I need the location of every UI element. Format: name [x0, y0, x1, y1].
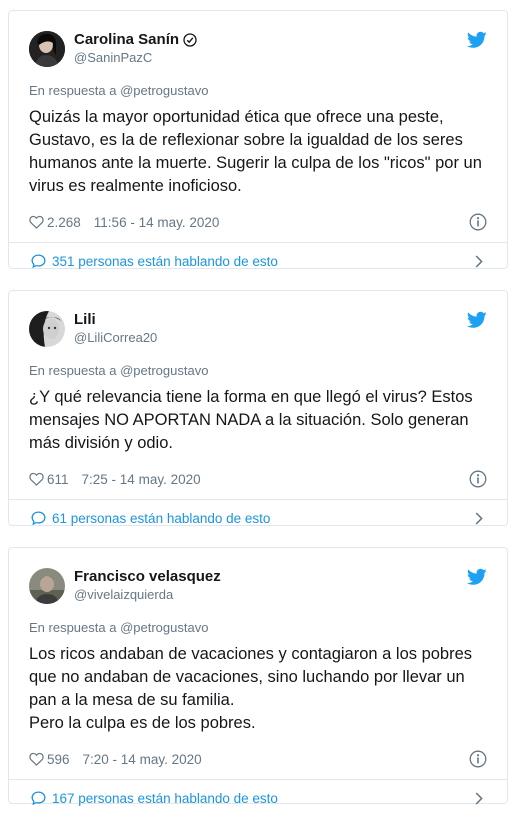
tweet-header: Lili @LiliCorrea20 [29, 311, 487, 347]
speech-bubble-icon [31, 254, 46, 268]
author-name[interactable]: Lili [74, 311, 96, 329]
like-button[interactable]: 596 [29, 752, 70, 767]
conversation-count: 167 personas están hablando de esto [52, 790, 278, 806]
twitter-bird-icon[interactable] [467, 31, 487, 49]
like-button[interactable]: 611 [29, 472, 69, 487]
tweet-header: Francisco velasquez @vivelaizquierda [29, 568, 487, 604]
heart-icon [29, 472, 44, 486]
tweet-meta: 596 7:20 - 14 may. 2020 [29, 739, 487, 779]
timestamp-link[interactable]: 11:56 - 14 may. 2020 [94, 215, 220, 230]
speech-bubble-icon [31, 791, 46, 805]
conversation-count: 351 personas están hablando de esto [52, 253, 278, 269]
avatar[interactable] [29, 311, 65, 347]
reply-mention-link[interactable]: @petrogustavo [120, 620, 208, 635]
tweet-card-francisco: Francisco velasquez @vivelaizquierda En … [8, 547, 508, 806]
author-handle[interactable]: @SaninPazC [74, 49, 197, 67]
tweet-text: ¿Y qué relevancia tiene la forma en que … [29, 388, 473, 452]
twitter-bird-icon[interactable] [467, 311, 487, 329]
reply-mention-link[interactable]: @petrogustavo [120, 83, 208, 98]
like-count: 596 [47, 751, 70, 767]
tweet-text: Quizás la mayor oportunidad ética que of… [29, 108, 482, 195]
avatar[interactable] [29, 31, 65, 67]
reply-context: En respuesta a @petrogustavo [29, 82, 487, 100]
avatar[interactable] [29, 568, 65, 604]
tweet-card-lili: Lili @LiliCorrea20 En respuesta a @petro… [8, 290, 508, 526]
info-icon[interactable] [469, 470, 487, 488]
speech-bubble-icon [31, 511, 46, 525]
author-handle[interactable]: @vivelaizquierda [74, 586, 221, 604]
tweet-meta: 611 7:25 - 14 may. 2020 [29, 459, 487, 499]
conversation-link[interactable]: 351 personas están hablando de esto [9, 242, 507, 279]
conversation-link[interactable]: 61 personas están hablando de esto [9, 499, 507, 536]
author-handle[interactable]: @LiliCorrea20 [74, 329, 157, 347]
tweet-header: Carolina Sanín @SaninPazC [29, 31, 487, 67]
author-name[interactable]: Francisco velasquez [74, 568, 221, 586]
reply-prefix: En respuesta a [29, 363, 117, 378]
tweet-meta: 2.268 11:56 - 14 may. 2020 [29, 202, 487, 242]
info-icon[interactable] [469, 213, 487, 231]
reply-context: En respuesta a @petrogustavo [29, 362, 487, 380]
reply-mention-link[interactable]: @petrogustavo [120, 363, 208, 378]
chevron-right-icon [475, 792, 483, 805]
like-button[interactable]: 2.268 [29, 215, 81, 230]
conversation-link[interactable]: 167 personas están hablando de esto [9, 779, 507, 816]
twitter-bird-icon[interactable] [467, 568, 487, 586]
timestamp-link[interactable]: 7:20 - 14 may. 2020 [83, 752, 202, 767]
reply-prefix: En respuesta a [29, 620, 117, 635]
like-count: 2.268 [47, 214, 81, 230]
verified-badge-icon [183, 33, 197, 47]
author-name[interactable]: Carolina Sanín [74, 31, 179, 49]
info-icon[interactable] [469, 750, 487, 768]
tweet-text: Los ricos andaban de vacaciones y contag… [29, 645, 473, 732]
like-count: 611 [47, 471, 69, 487]
reply-prefix: En respuesta a [29, 83, 117, 98]
heart-icon [29, 752, 44, 766]
chevron-right-icon [475, 255, 483, 268]
heart-icon [29, 215, 44, 229]
timestamp-link[interactable]: 7:25 - 14 may. 2020 [82, 472, 201, 487]
reply-context: En respuesta a @petrogustavo [29, 619, 487, 637]
conversation-count: 61 personas están hablando de esto [52, 510, 271, 526]
chevron-right-icon [475, 512, 483, 525]
tweet-card-carolina: Carolina Sanín @SaninPazC En respuesta a… [8, 10, 508, 269]
